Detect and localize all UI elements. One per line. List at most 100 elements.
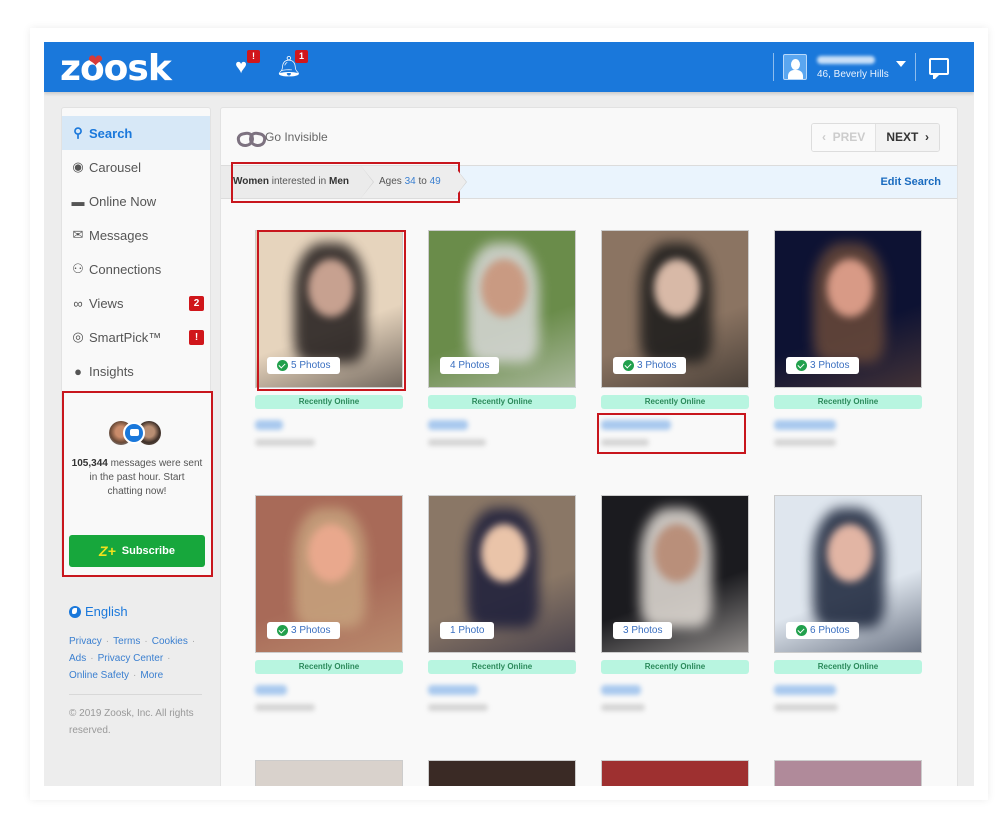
photo-count-badge[interactable]: 5 Photos bbox=[267, 357, 341, 374]
profile-age-location-redacted bbox=[255, 704, 315, 711]
profile-photo[interactable]: 5 Photos bbox=[255, 230, 403, 388]
go-invisible-button[interactable]: Go Invisible bbox=[237, 130, 328, 144]
search-icon: ⚲ bbox=[73, 125, 83, 140]
connections-icon: ⚇ bbox=[72, 261, 84, 276]
privacy-link[interactable]: Privacy bbox=[69, 636, 102, 647]
divider bbox=[915, 53, 916, 81]
chat-icon[interactable] bbox=[929, 58, 949, 79]
profile-photo[interactable]: 4 Photos bbox=[428, 230, 576, 388]
top-navigation-bar: zoosk ❤ ♥ ! 🔔︎ 1 46, Beverly Hills bbox=[44, 42, 974, 92]
profile-name-redacted[interactable] bbox=[601, 420, 671, 430]
photo-count-badge[interactable]: 3 Photos bbox=[267, 622, 341, 639]
verified-check-icon bbox=[796, 625, 807, 636]
prev-page-button[interactable]: ‹ PREV bbox=[811, 124, 877, 151]
more-link[interactable]: More bbox=[140, 670, 163, 681]
chat-promo-panel: 105,344 messages were sent in the past h… bbox=[63, 393, 211, 577]
smartpick-notification-button[interactable]: ♥ ! bbox=[228, 50, 260, 80]
profile-name-redacted[interactable] bbox=[255, 420, 283, 430]
sidebar-item-connections[interactable]: ⚇ Connections bbox=[62, 252, 210, 286]
profile-photo-partial[interactable] bbox=[255, 760, 403, 786]
profile-photo-partial[interactable] bbox=[774, 760, 922, 786]
verified-check-icon bbox=[623, 360, 634, 371]
photo-count-badge[interactable]: 1 Photo bbox=[440, 622, 495, 639]
views-count-badge: 2 bbox=[189, 296, 204, 311]
online-now-icon: ▬ bbox=[71, 193, 85, 209]
profile-name-redacted[interactable] bbox=[774, 420, 836, 430]
verified-check-icon bbox=[796, 360, 807, 371]
photo-count-badge[interactable]: 3 Photos bbox=[786, 357, 860, 374]
photo-count-badge[interactable]: 3 Photos bbox=[613, 357, 687, 374]
sidebar-item-online-now[interactable]: ▬ Online Now bbox=[62, 184, 210, 218]
profile-age-location-redacted bbox=[601, 439, 649, 446]
promo-avatars bbox=[109, 421, 169, 447]
sidebar: ⚲ Search ◉ Carousel ▬ Online Now ✉ Messa… bbox=[61, 107, 211, 577]
sidebar-item-insights[interactable]: ● Insights bbox=[62, 354, 210, 388]
verified-check-icon bbox=[277, 360, 288, 371]
sidebar-item-carousel[interactable]: ◉ Carousel bbox=[62, 150, 210, 184]
photo-count-badge[interactable]: 4 Photos bbox=[440, 357, 500, 374]
globe-icon bbox=[69, 605, 81, 618]
target-icon: ◎ bbox=[72, 329, 84, 344]
terms-link[interactable]: Terms bbox=[113, 636, 140, 647]
photo-count-badge[interactable]: 6 Photos bbox=[786, 622, 860, 639]
sidebar-item-smartpick[interactable]: ◎ SmartPick™ ! bbox=[62, 320, 210, 354]
user-avatar[interactable] bbox=[783, 54, 807, 80]
profile-age-location-redacted bbox=[428, 439, 486, 446]
glasses-icon: ∞ bbox=[73, 295, 83, 311]
next-page-button[interactable]: NEXT › bbox=[876, 124, 939, 151]
privacy-center-link[interactable]: Privacy Center bbox=[98, 653, 164, 664]
cookies-link[interactable]: Cookies bbox=[152, 636, 188, 647]
profile-name-redacted[interactable] bbox=[774, 685, 836, 695]
chevron-down-icon[interactable] bbox=[896, 61, 906, 67]
profile-photo[interactable]: 3 Photos bbox=[601, 495, 749, 653]
profile-photo[interactable]: 1 Photo bbox=[428, 495, 576, 653]
divider bbox=[773, 53, 774, 81]
profile-photo[interactable]: 6 Photos bbox=[774, 495, 922, 653]
profile-age-location-redacted bbox=[255, 439, 315, 446]
profile-photo[interactable]: 3 Photos bbox=[601, 230, 749, 388]
edit-search-link[interactable]: Edit Search bbox=[880, 176, 941, 188]
profile-name-redacted[interactable] bbox=[428, 420, 468, 430]
copyright-text: © 2019 Zoosk, Inc. All rights reserved. bbox=[69, 708, 194, 736]
profile-photo-partial[interactable] bbox=[601, 760, 749, 786]
sidebar-footer: English Privacy · Terms · Cookies · Ads · Priva… bbox=[69, 604, 204, 739]
profile-name-redacted[interactable] bbox=[428, 685, 478, 695]
chat-bubble-icon bbox=[123, 422, 145, 444]
zoosk-logo[interactable]: zoosk ❤ bbox=[60, 48, 172, 89]
user-name-redacted[interactable] bbox=[817, 56, 875, 64]
recently-online-badge: Recently Online bbox=[774, 395, 922, 409]
recently-online-badge: Recently Online bbox=[255, 660, 403, 674]
recently-online-badge: Recently Online bbox=[601, 395, 749, 409]
alerts-notification-button[interactable]: 🔔︎ 1 bbox=[276, 50, 308, 80]
language-selector[interactable]: English bbox=[69, 604, 204, 619]
search-filter-bar: Women interested in Men Ages 34 to 49 Ed… bbox=[221, 165, 957, 199]
photo-count-badge[interactable]: 3 Photos bbox=[613, 622, 673, 639]
heart-icon: ❤ bbox=[88, 51, 103, 72]
gender-filter[interactable]: Women interested in Men bbox=[221, 166, 374, 198]
profile-photo-partial[interactable] bbox=[428, 760, 576, 786]
age-filter[interactable]: Ages 34 to 49 bbox=[361, 166, 467, 198]
profile-name-redacted[interactable] bbox=[601, 685, 641, 695]
profile-age-location-redacted bbox=[428, 704, 488, 711]
profile-name-redacted[interactable] bbox=[255, 685, 287, 695]
sidebar-item-search[interactable]: ⚲ Search bbox=[62, 116, 210, 150]
recently-online-badge: Recently Online bbox=[601, 660, 749, 674]
ads-link[interactable]: Ads bbox=[69, 653, 86, 664]
verified-check-icon bbox=[277, 625, 288, 636]
online-safety-link[interactable]: Online Safety bbox=[69, 670, 129, 681]
subscribe-button[interactable]: Z+ Subscribe bbox=[69, 535, 205, 567]
pagination: ‹ PREV NEXT › bbox=[810, 123, 940, 152]
insights-icon: ● bbox=[74, 363, 82, 379]
profile-photo[interactable]: 3 Photos bbox=[774, 230, 922, 388]
notification-badge: 1 bbox=[295, 50, 308, 63]
sidebar-item-views[interactable]: ∞ Views 2 bbox=[62, 286, 210, 320]
profile-age-location-redacted bbox=[774, 704, 838, 711]
recently-online-badge: Recently Online bbox=[255, 395, 403, 409]
recently-online-badge: Recently Online bbox=[428, 395, 576, 409]
sidebar-item-messages[interactable]: ✉ Messages bbox=[62, 218, 210, 252]
envelope-icon: ✉ bbox=[72, 227, 84, 242]
profile-photo[interactable]: 3 Photos bbox=[255, 495, 403, 653]
carousel-icon: ◉ bbox=[72, 159, 84, 174]
notification-badge: ! bbox=[247, 50, 260, 63]
user-location: 46, Beverly Hills bbox=[817, 69, 889, 80]
